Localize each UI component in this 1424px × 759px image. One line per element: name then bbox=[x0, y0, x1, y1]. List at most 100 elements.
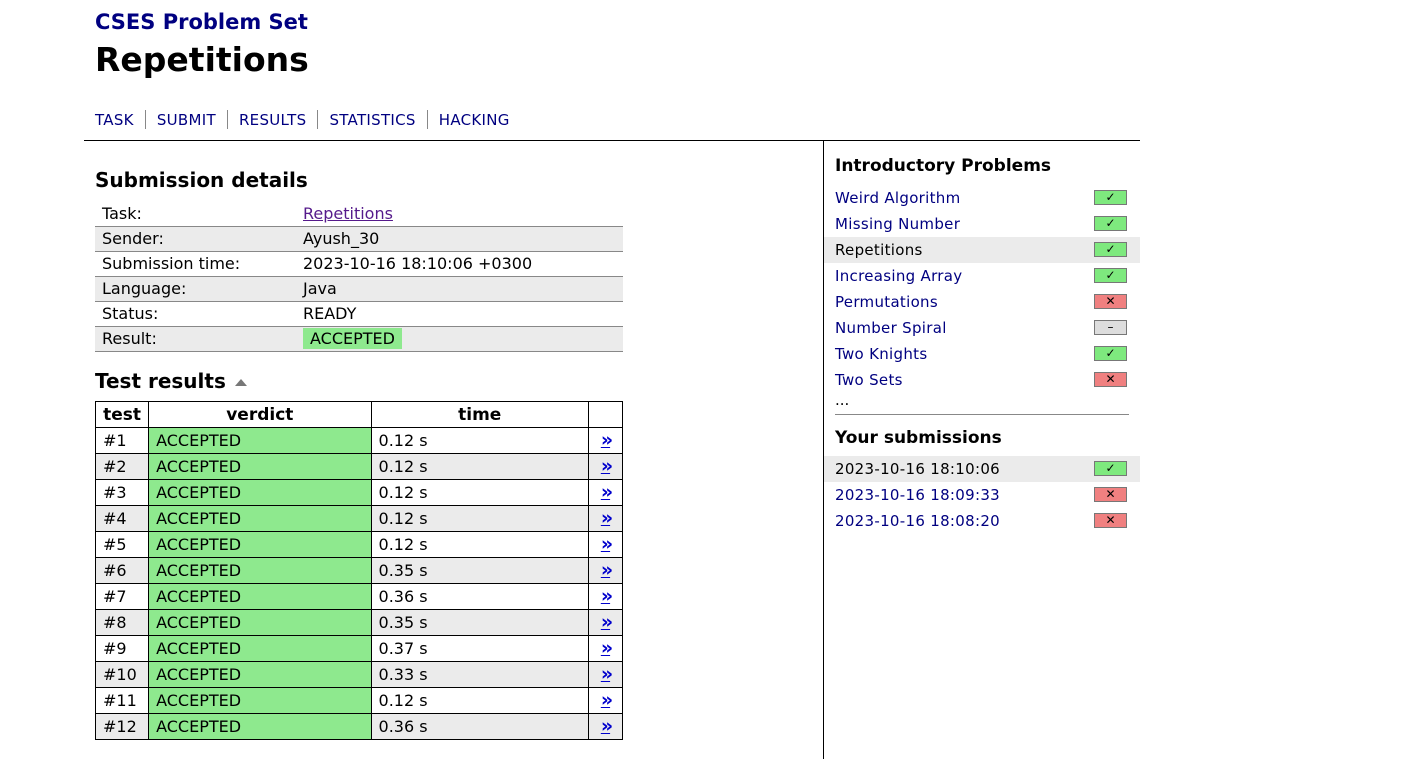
submissions-heading: Your submissions bbox=[835, 428, 1002, 448]
test-row: #11 ACCEPTED 0.12 s » bbox=[94, 687, 624, 714]
nav-separator bbox=[144, 110, 146, 129]
result-badge: ACCEPTED bbox=[303, 328, 402, 349]
nav-submit[interactable]: SUBMIT bbox=[157, 111, 216, 130]
problem-link[interactable]: Increasing Array bbox=[835, 267, 962, 285]
more-problems: ... bbox=[835, 391, 850, 409]
detail-row-task: Task: Repetitions bbox=[95, 202, 623, 227]
problem-item: Permutations ✕ bbox=[824, 289, 1140, 315]
detail-label: Result: bbox=[102, 329, 157, 348]
test-time: 0.12 s bbox=[370, 453, 589, 480]
problem-link[interactable]: Two Knights bbox=[835, 345, 927, 363]
test-results-table: test verdict time #1 ACCEPTED 0.12 s» #2 ACC… bbox=[94, 401, 624, 740]
nav-separator bbox=[317, 110, 319, 129]
view-test-link-icon[interactable]: » bbox=[601, 429, 613, 451]
problem-link[interactable]: Weird Algorithm bbox=[835, 189, 961, 207]
problem-link[interactable]: Number Spiral bbox=[835, 319, 947, 337]
problem-link[interactable]: Permutations bbox=[835, 293, 938, 311]
check-icon: ✓ bbox=[1094, 242, 1127, 257]
test-verdict: ACCEPTED bbox=[148, 713, 372, 740]
view-test-link-icon[interactable]: » bbox=[601, 663, 613, 685]
test-verdict: ACCEPTED bbox=[148, 687, 372, 714]
test-time: 0.36 s bbox=[370, 713, 589, 740]
detail-row-time: Submission time: 2023-10-16 18:10:06 +03… bbox=[95, 252, 623, 277]
task-link[interactable]: Repetitions bbox=[303, 204, 393, 223]
test-id: #1 bbox=[94, 427, 150, 454]
check-icon: ✓ bbox=[1094, 461, 1127, 476]
check-icon: ✓ bbox=[1094, 216, 1127, 231]
test-id: #10 bbox=[94, 661, 150, 688]
cross-icon: ✕ bbox=[1094, 487, 1127, 502]
detail-value: READY bbox=[303, 304, 357, 323]
sidebar: Introductory Problems Weird Algorithm ✓ Mi… bbox=[824, 152, 1140, 534]
page-title: Repetitions bbox=[95, 40, 309, 79]
view-test-link-icon[interactable]: » bbox=[601, 689, 613, 711]
view-test-link-icon[interactable]: » bbox=[601, 611, 613, 633]
problem-link[interactable]: Repetitions bbox=[835, 241, 923, 259]
submission-details-table: Task: Repetitions Sender: Ayush_30 Submi… bbox=[95, 202, 623, 352]
column-header-verdict: verdict bbox=[148, 401, 372, 428]
test-rows: #1 ACCEPTED 0.12 s» #2 ACCEPTED 0.12 s» #3 ACCE… bbox=[94, 427, 624, 740]
cross-icon: ✕ bbox=[1094, 372, 1127, 387]
header: CSES Problem Set Repetitions bbox=[95, 10, 309, 79]
test-time: 0.35 s bbox=[370, 609, 589, 636]
submission-link[interactable]: 2023-10-16 18:08:20 bbox=[835, 512, 1000, 530]
header-divider bbox=[84, 140, 1140, 141]
detail-label: Task: bbox=[102, 204, 142, 223]
view-test-link-icon[interactable]: » bbox=[601, 533, 613, 555]
detail-value: Ayush_30 bbox=[303, 229, 380, 248]
detail-row-result: Result: ACCEPTED bbox=[95, 326, 623, 352]
test-id: #12 bbox=[94, 713, 150, 740]
test-header-row: test verdict time bbox=[94, 401, 624, 428]
cross-icon: ✕ bbox=[1094, 294, 1127, 309]
nav-task[interactable]: TASK bbox=[95, 111, 134, 130]
submissions-list: 2023-10-16 18:10:06 ✓ 2023-10-16 18:09:33 ✕… bbox=[824, 456, 1140, 534]
check-icon: ✓ bbox=[1094, 268, 1127, 283]
view-test-link-icon[interactable]: » bbox=[601, 481, 613, 503]
view-test-link-icon[interactable]: » bbox=[601, 455, 613, 477]
nav-statistics[interactable]: STATISTICS bbox=[329, 111, 415, 130]
problem-item: Weird Algorithm ✓ bbox=[824, 185, 1140, 211]
view-test-link-icon[interactable]: » bbox=[601, 559, 613, 581]
test-time: 0.36 s bbox=[370, 583, 589, 610]
test-verdict: ACCEPTED bbox=[148, 531, 372, 558]
problem-item: Repetitions ✓ bbox=[824, 237, 1140, 263]
submission-details-heading: Submission details bbox=[95, 168, 308, 192]
problem-link[interactable]: Missing Number bbox=[835, 215, 960, 233]
problem-link[interactable]: Two Sets bbox=[835, 371, 903, 389]
submission-item: 2023-10-16 18:09:33 ✕ bbox=[824, 482, 1140, 508]
test-time: 0.12 s bbox=[370, 505, 589, 532]
submission-item: 2023-10-16 18:08:20 ✕ bbox=[824, 508, 1140, 534]
nav-separator bbox=[226, 110, 228, 129]
view-test-link-icon[interactable]: » bbox=[601, 715, 613, 737]
problem-item: Missing Number ✓ bbox=[824, 211, 1140, 237]
test-verdict: ACCEPTED bbox=[148, 583, 372, 610]
detail-row-status: Status: READY bbox=[95, 302, 623, 327]
detail-label: Submission time: bbox=[102, 254, 241, 273]
test-verdict: ACCEPTED bbox=[148, 609, 372, 636]
site-title[interactable]: CSES Problem Set bbox=[95, 10, 309, 34]
test-verdict: ACCEPTED bbox=[148, 557, 372, 584]
test-row: #6 ACCEPTED 0.35 s » bbox=[94, 557, 624, 584]
problem-list: Weird Algorithm ✓ Missing Number ✓ Repetitio… bbox=[824, 185, 1140, 393]
detail-value: ACCEPTED bbox=[296, 327, 623, 352]
nav-results[interactable]: RESULTS bbox=[239, 111, 306, 130]
view-test-link-icon[interactable]: » bbox=[601, 507, 613, 529]
submission-link[interactable]: 2023-10-16 18:09:33 bbox=[835, 486, 1000, 504]
problem-item: Two Sets ✕ bbox=[824, 367, 1140, 393]
nav-hacking[interactable]: HACKING bbox=[439, 111, 510, 130]
detail-label: Sender: bbox=[102, 229, 164, 248]
test-id: #7 bbox=[94, 583, 150, 610]
test-id: #6 bbox=[94, 557, 150, 584]
submission-link[interactable]: 2023-10-16 18:10:06 bbox=[835, 460, 1000, 478]
test-time: 0.12 s bbox=[370, 427, 589, 454]
view-test-link-icon[interactable]: » bbox=[601, 637, 613, 659]
check-icon: ✓ bbox=[1094, 346, 1127, 361]
view-test-link-icon[interactable]: » bbox=[601, 585, 613, 607]
test-time: 0.37 s bbox=[370, 635, 589, 662]
sort-up-icon[interactable] bbox=[234, 378, 247, 386]
detail-label: Status: bbox=[102, 304, 159, 323]
test-id: #2 bbox=[94, 453, 150, 480]
detail-value: 2023-10-16 18:10:06 +0300 bbox=[303, 254, 533, 273]
cross-icon: ✕ bbox=[1094, 513, 1127, 528]
sidebar-divider-line bbox=[835, 414, 1129, 415]
